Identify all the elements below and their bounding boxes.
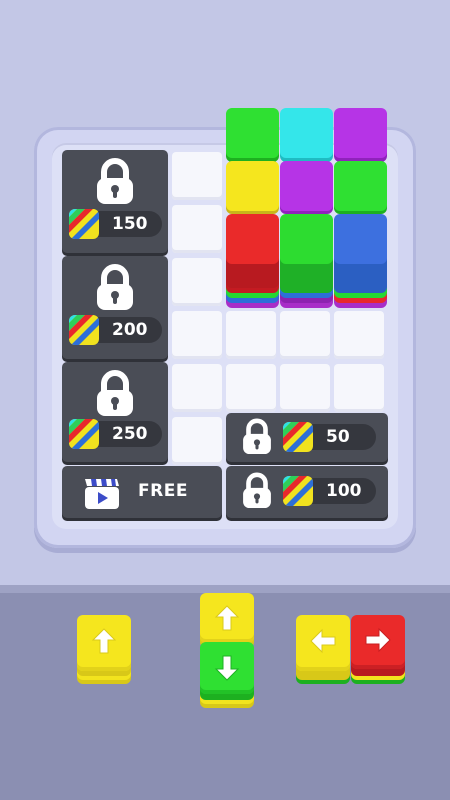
- arrow-up-icon: [91, 628, 117, 654]
- locked-area-150[interactable]: 150: [62, 150, 168, 253]
- lock-icon: [243, 472, 271, 508]
- grid-cell[interactable]: [334, 311, 384, 359]
- lock-price: 100: [326, 481, 362, 501]
- lock-icon: [243, 418, 271, 454]
- grid-cell[interactable]: [172, 364, 222, 412]
- grid-cell[interactable]: [226, 311, 276, 359]
- grid-cell[interactable]: [280, 364, 330, 412]
- grid-cell[interactable]: [172, 258, 222, 306]
- arrow-left-icon: [310, 628, 336, 654]
- arrow-up-icon: [214, 605, 240, 631]
- lock-icon: [97, 264, 133, 310]
- rainbow-tile-icon: [69, 315, 99, 345]
- price-pill: 100: [283, 476, 376, 506]
- grid-cell[interactable]: [172, 311, 222, 359]
- purple-tile[interactable]: [334, 108, 387, 158]
- free-unlock-button[interactable]: FREE: [62, 466, 222, 518]
- price-pill: 250: [69, 419, 162, 449]
- green-tile[interactable]: [334, 161, 387, 211]
- grid-cell[interactable]: [280, 311, 330, 359]
- lock-price: 150: [112, 214, 148, 234]
- green-tile[interactable]: [280, 214, 333, 264]
- locked-area-100[interactable]: 100: [226, 466, 388, 518]
- price-pill: 50: [283, 422, 376, 452]
- grid-cell[interactable]: [172, 417, 222, 465]
- grid-cell[interactable]: [226, 364, 276, 412]
- purple-tile[interactable]: [280, 161, 333, 211]
- lock-icon: [97, 158, 133, 204]
- rainbow-tile-icon: [283, 476, 313, 506]
- red-tile[interactable]: [226, 214, 279, 264]
- grid-cell[interactable]: [172, 152, 222, 200]
- video-clapper-icon: [85, 479, 119, 509]
- arrow-right-icon: [365, 627, 391, 653]
- green-tile[interactable]: [226, 108, 279, 158]
- lock-price: 50: [326, 427, 350, 447]
- rainbow-tile-icon: [69, 209, 99, 239]
- rainbow-tile-icon: [69, 419, 99, 449]
- locked-area-250[interactable]: 250: [62, 362, 168, 462]
- free-label: FREE: [138, 481, 188, 501]
- grid-cell[interactable]: [334, 364, 384, 412]
- price-pill: 150: [69, 209, 162, 239]
- locked-area-200[interactable]: 200: [62, 256, 168, 359]
- rainbow-tile-icon: [283, 422, 313, 452]
- tray-divider: [0, 585, 450, 593]
- lock-price: 200: [112, 320, 148, 340]
- yellow-tile[interactable]: [226, 161, 279, 211]
- lock-icon: [97, 370, 133, 416]
- arrow-down-icon: [214, 655, 240, 681]
- locked-area-50[interactable]: 50: [226, 413, 388, 462]
- price-pill: 200: [69, 315, 162, 345]
- blue-tile[interactable]: [334, 214, 387, 264]
- lock-price: 250: [112, 424, 148, 444]
- grid-cell[interactable]: [172, 205, 222, 253]
- cyan-tile[interactable]: [280, 108, 333, 158]
